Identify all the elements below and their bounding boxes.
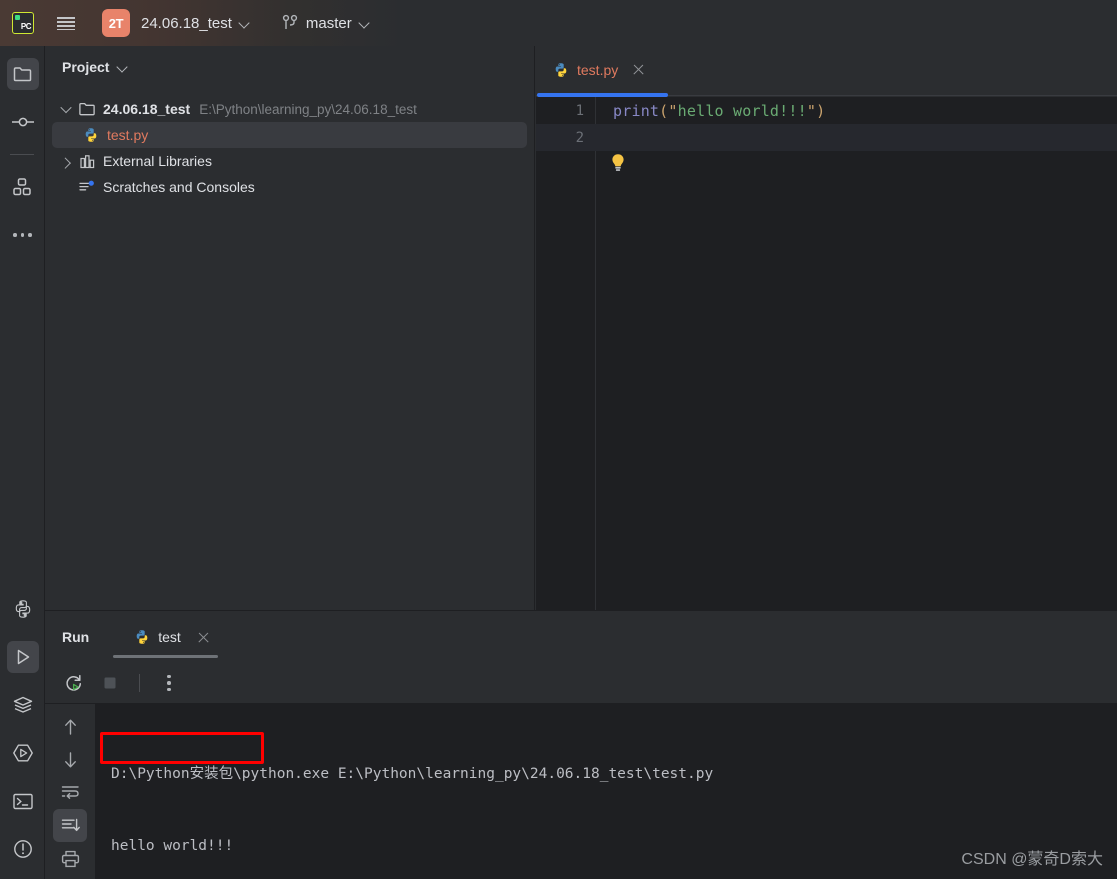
run-toolbar [45, 663, 1117, 704]
tree-node-scratches[interactable]: Scratches and Consoles [45, 174, 534, 200]
tree-node-label: Scratches and Consoles [103, 179, 255, 195]
editor-area: test.py 1 print("hello world!!!") 2 [536, 46, 1117, 610]
git-branch-icon [282, 14, 298, 32]
branch-name-label: master [305, 14, 352, 32]
sidebar-item-run[interactable] [0, 633, 45, 681]
editor-tab-bar: test.py [536, 46, 1117, 97]
tree-node-label: 24.06.18_test [103, 101, 191, 117]
run-tab-label: test [158, 629, 181, 645]
stop-icon[interactable] [95, 668, 125, 698]
sidebar-item-commit[interactable] [0, 98, 45, 146]
gutter-divider [595, 97, 596, 610]
console-side-toolbar [45, 704, 96, 879]
run-panel-header: Run test [45, 611, 1117, 663]
sidebar-item-services[interactable] [0, 681, 45, 729]
console-area: D:\Python安装包\python.exe E:\Python\learni… [45, 704, 1117, 879]
tree-node-test-py[interactable]: test.py [52, 122, 527, 148]
sidebar-item-structure[interactable] [0, 163, 45, 211]
folder-icon [77, 102, 97, 116]
code-text: print("hello world!!!") [595, 102, 825, 120]
branch-selector[interactable]: master [282, 14, 370, 32]
sidebar-item-python-console[interactable] [0, 585, 45, 633]
chevron-down-icon [360, 18, 370, 28]
chevron-right-icon[interactable] [55, 157, 77, 169]
rail-bottom-group [0, 585, 45, 879]
app-logo: PC [0, 0, 46, 46]
arrow-down-icon[interactable] [53, 743, 87, 776]
project-name-label: 24.06.18_test [141, 14, 232, 32]
project-panel-header[interactable]: Project [45, 46, 534, 88]
debug-hex-icon [7, 737, 39, 769]
play-icon [6, 641, 39, 673]
tree-node-external-libraries[interactable]: External Libraries [45, 148, 534, 174]
sidebar-item-terminal[interactable] [0, 777, 45, 825]
run-tool-window: Run test D:\Python安装包\python.exe E:\Pyth… [45, 610, 1117, 879]
library-icon [77, 154, 97, 169]
structure-icon [7, 171, 39, 203]
project-badge[interactable]: 2T [102, 9, 130, 37]
title-bar: PC 2T 24.06.18_test master [0, 0, 1117, 46]
python-icon [7, 593, 39, 625]
left-tool-rail [0, 46, 45, 879]
editor-line-2: 2 [536, 124, 1117, 151]
scratches-icon [77, 180, 97, 194]
more-horizontal-icon [7, 219, 39, 251]
watermark-label: CSDN @蒙奇D索大 [961, 851, 1103, 868]
close-icon[interactable] [197, 631, 210, 644]
rerun-icon[interactable] [59, 668, 89, 698]
lightbulb-icon[interactable] [610, 153, 626, 173]
chevron-down-icon[interactable] [55, 101, 77, 114]
scroll-to-end-icon[interactable] [53, 809, 87, 842]
layers-icon [7, 689, 39, 721]
code-token-string: hello world!!! [677, 101, 807, 120]
printer-icon[interactable] [53, 842, 87, 875]
project-tree: 24.06.18_test E:\Python\learning_py\24.0… [45, 88, 534, 200]
chevron-down-icon [240, 18, 250, 28]
tree-node-path: E:\Python\learning_py\24.06.18_test [199, 101, 417, 117]
run-panel-title: Run [62, 629, 90, 645]
project-selector[interactable]: 24.06.18_test [141, 15, 250, 32]
console-line: D:\Python安装包\python.exe E:\Python\learni… [111, 766, 714, 782]
code-token-open-paren: ( [659, 101, 669, 120]
commit-icon [7, 106, 39, 138]
pycharm-window: PC 2T 24.06.18_test master Project 24.06… [0, 0, 1117, 879]
active-run-tab-indicator [113, 655, 218, 658]
line-number: 1 [575, 102, 584, 119]
code-token-open-quote: " [668, 101, 678, 120]
pycharm-logo-text: PC [20, 22, 32, 31]
editor-text-area[interactable]: 1 print("hello world!!!") 2 [536, 97, 1117, 610]
code-token-print: print [613, 101, 660, 120]
project-panel-title: Project [62, 59, 110, 75]
pycharm-logo-icon: PC [12, 12, 34, 34]
tree-node-label: External Libraries [103, 153, 212, 169]
python-file-icon [81, 127, 101, 143]
tree-node-root[interactable]: 24.06.18_test E:\Python\learning_py\24.0… [45, 96, 534, 122]
soft-wrap-icon[interactable] [53, 776, 87, 809]
hamburger-menu-icon[interactable] [46, 0, 86, 46]
code-token-close-quote: " [806, 101, 817, 120]
project-tool-window: Project 24.06.18_test E:\Python\learning… [45, 46, 535, 610]
code-token-close-paren: ) [816, 101, 826, 120]
highlight-annotation-box [100, 732, 264, 764]
chevron-down-icon [118, 62, 128, 72]
sidebar-item-more[interactable] [0, 211, 45, 259]
editor-tab-label: test.py [577, 61, 619, 78]
close-icon[interactable] [632, 63, 645, 76]
warning-circle-icon [7, 833, 39, 865]
terminal-icon [7, 785, 39, 817]
rail-divider [10, 154, 34, 155]
editor-tab-test-py[interactable]: test.py [536, 46, 659, 93]
more-vertical-icon[interactable] [154, 668, 184, 698]
folder-icon [6, 58, 39, 90]
python-file-icon [134, 629, 150, 645]
line-number: 2 [575, 129, 584, 146]
editor-line-1: 1 print("hello world!!!") [536, 97, 1117, 124]
tree-node-label: test.py [107, 127, 149, 143]
sidebar-item-project[interactable] [0, 50, 45, 98]
toolbar-divider [139, 674, 140, 692]
arrow-up-icon[interactable] [53, 710, 87, 743]
sidebar-item-debug[interactable] [0, 729, 45, 777]
sidebar-item-problems[interactable] [0, 825, 45, 873]
python-file-icon [553, 62, 569, 78]
